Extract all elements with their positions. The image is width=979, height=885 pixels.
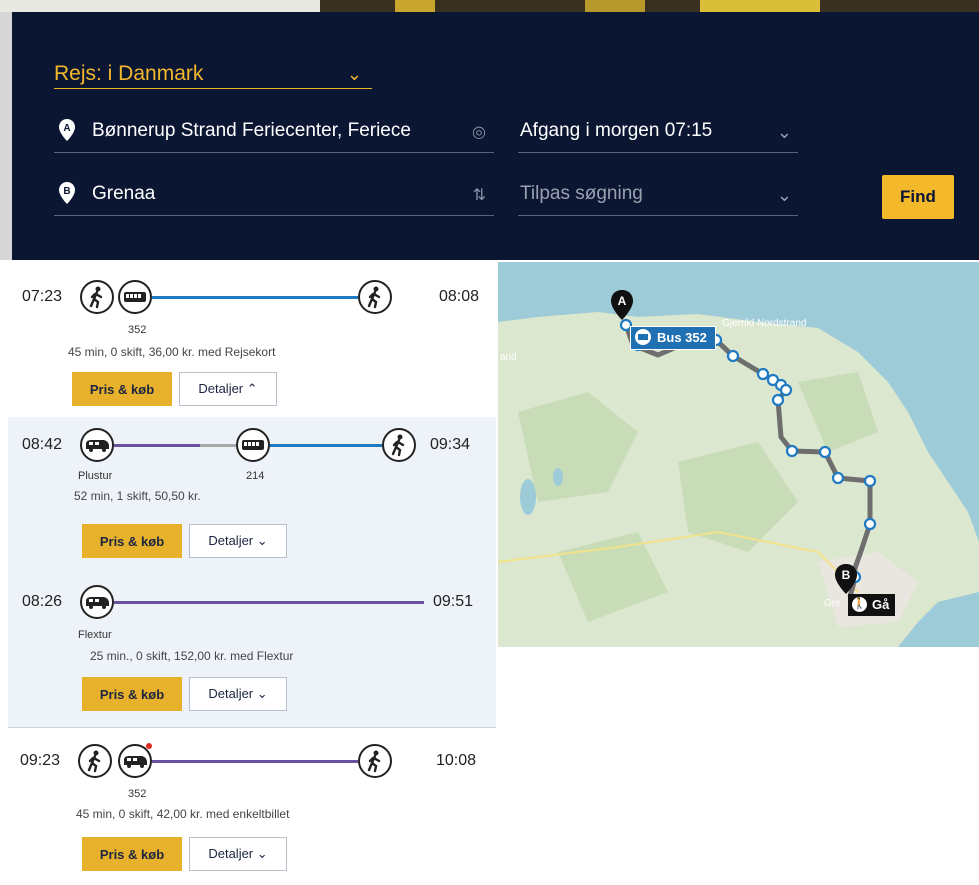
marker-b-icon: B (59, 182, 75, 204)
line-label: Flextur (78, 629, 112, 641)
trip-summary: 25 min., 0 skift, 152,00 kr. med Flextur (90, 649, 294, 663)
to-field[interactable]: B Grenaa ⇅ (54, 175, 494, 216)
flex-line-bar (152, 760, 358, 763)
walk-icon (358, 280, 392, 314)
chevron-down-icon: ⌄ (776, 122, 792, 142)
svg-text:B: B (63, 186, 70, 197)
result-item[interactable]: 07:23 08:08 352 45 min, 0 skift, 36,00 k… (8, 262, 496, 418)
swap-icon[interactable]: ⇅ (473, 185, 486, 205)
line-label: 214 (246, 470, 265, 482)
walk-icon (78, 744, 112, 778)
bus-line-bar (152, 296, 358, 299)
arrival-time: 09:34 (430, 436, 471, 453)
page-edge (0, 12, 12, 260)
walk-icon (358, 744, 392, 778)
departure-time: 08:26 (22, 593, 63, 610)
line-label: Plustur (78, 470, 113, 482)
result-item[interactable]: 08:26 09:51 Flextur 25 min., 0 skift, 15… (8, 572, 496, 728)
results-list: 07:23 08:08 352 45 min, 0 skift, 36,00 k… (8, 262, 496, 885)
flex-line-bar (114, 601, 424, 604)
background-photo-strip (0, 0, 979, 12)
bus-line-bar (270, 444, 382, 447)
journey-search-panel: Rejs: i Danmark ⌄ A Bønnerup Strand Feri… (12, 12, 979, 260)
arrival-time: 09:51 (433, 593, 474, 610)
result-item[interactable]: 09:23 10:08 352 45 min, 0 skift, 42,00 k… (8, 727, 496, 885)
buy-button[interactable]: Pris & køb (82, 524, 182, 558)
line-label: 352 (128, 324, 147, 336)
departure-time: 08:42 (22, 436, 63, 453)
place-label: and (500, 352, 517, 363)
bus-icon (635, 329, 651, 345)
route-map[interactable]: A B Gjerrild Nordstrand and Gre Bus 352 … (498, 262, 979, 647)
taxi-icon (118, 744, 152, 778)
adjust-label: Tilpas søgning (520, 183, 643, 204)
flex-line-bar (114, 444, 200, 447)
marker-a-icon: A (59, 119, 75, 141)
departure-time: 09:23 (20, 752, 61, 769)
arrival-time: 08:08 (439, 288, 480, 305)
line-label: 352 (128, 788, 147, 800)
details-button[interactable]: Detaljer ⌃ (179, 372, 277, 406)
walk-route-text: Gå (872, 597, 890, 612)
adjust-search-select[interactable]: Tilpas søgning ⌄ (518, 175, 798, 216)
walk-icon: 🚶 (852, 597, 867, 612)
details-button[interactable]: Detaljer ⌄ (189, 677, 287, 711)
from-value: Bønnerup Strand Feriecenter, Feriece (92, 120, 411, 141)
transfer-bar (200, 444, 236, 447)
bus-route-text: Bus 352 (657, 330, 707, 345)
trip-summary: 52 min, 1 skift, 50,50 kr. (74, 489, 201, 503)
buy-button[interactable]: Pris & køb (82, 677, 182, 711)
trip-type-select[interactable]: Rejs: i Danmark ⌄ (54, 62, 372, 89)
result-item[interactable]: 08:42 09:34 Plustur 214 52 min, 1 skift,… (8, 417, 496, 573)
taxi-icon (80, 585, 114, 619)
place-label: Gre (824, 598, 841, 609)
buy-button[interactable]: Pris & køb (82, 837, 182, 871)
bus-icon (236, 428, 270, 462)
details-button[interactable]: Detaljer ⌄ (189, 524, 287, 558)
taxi-icon (80, 428, 114, 462)
alert-dot (146, 743, 152, 749)
buy-button[interactable]: Pris & køb (72, 372, 172, 406)
details-button[interactable]: Detaljer ⌄ (189, 837, 287, 871)
svg-text:A: A (618, 294, 627, 308)
from-field[interactable]: A Bønnerup Strand Feriecenter, Feriece ◎ (54, 112, 494, 153)
chevron-down-icon: ⌄ (776, 185, 792, 205)
departure-value: Afgang i morgen 07:15 (520, 120, 713, 141)
trip-summary: 45 min, 0 skift, 36,00 kr. med Rejsekort (68, 345, 276, 359)
svg-text:A: A (63, 123, 70, 134)
to-value: Grenaa (92, 183, 156, 204)
walk-icon (80, 280, 114, 314)
departure-time-select[interactable]: Afgang i morgen 07:15 ⌄ (518, 112, 798, 153)
bus-route-label[interactable]: Bus 352 (630, 326, 716, 350)
departure-time: 07:23 (22, 288, 63, 305)
svg-text:B: B (842, 568, 851, 582)
walk-icon (382, 428, 416, 462)
find-button[interactable]: Find (882, 175, 954, 219)
bus-icon (118, 280, 152, 314)
locate-icon[interactable]: ◎ (472, 122, 486, 142)
arrival-time: 10:08 (436, 752, 477, 769)
chevron-down-icon: ⌄ (346, 64, 362, 84)
place-label: Gjerrild Nordstrand (722, 318, 807, 329)
walk-route-label[interactable]: 🚶 Gå (848, 594, 896, 616)
trip-summary: 45 min, 0 skift, 42,00 kr. med enkeltbil… (76, 807, 290, 821)
trip-type-label: Rejs: i Danmark (54, 62, 204, 85)
